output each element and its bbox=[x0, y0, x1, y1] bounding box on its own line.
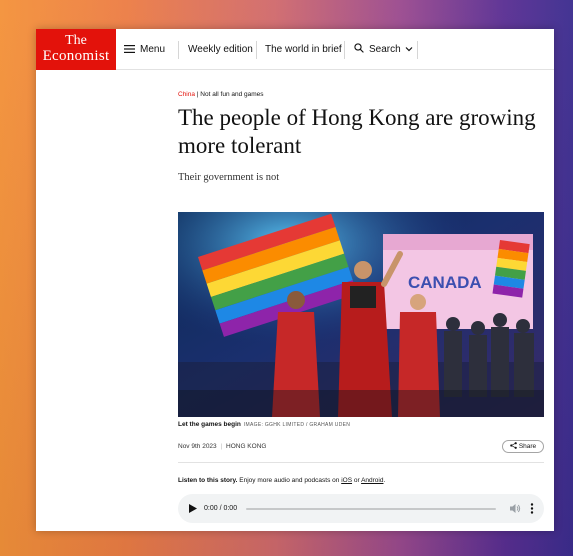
listen-period: . bbox=[383, 477, 386, 484]
section-link[interactable]: China bbox=[178, 91, 195, 98]
weekly-edition-label: Weekly edition bbox=[188, 44, 253, 55]
dateline-separator: | bbox=[220, 443, 223, 450]
chevron-down-icon bbox=[405, 47, 413, 52]
listen-or: or bbox=[352, 477, 362, 484]
top-nav: The Economist Menu Weekly edition The wo… bbox=[36, 29, 554, 70]
audio-player: 0:00 / 0:00 bbox=[178, 494, 544, 523]
article-subhead: Their government is not bbox=[178, 172, 280, 183]
publish-date: Nov 9th 2023 bbox=[178, 443, 217, 450]
listen-lead: Listen to this story. bbox=[178, 477, 238, 484]
search-button[interactable]: Search bbox=[354, 29, 413, 70]
ios-link[interactable]: iOS bbox=[341, 477, 352, 484]
hamburger-icon bbox=[124, 45, 135, 53]
menu-label: Menu bbox=[140, 44, 166, 55]
play-icon[interactable] bbox=[189, 504, 197, 513]
listen-text: Enjoy more audio and podcasts on bbox=[237, 477, 342, 484]
hero-image: CANADA bbox=[178, 212, 544, 417]
logo-line-2: Economist bbox=[42, 48, 110, 64]
image-caption: Let the games begin IMAGE: GGHK LIMITED /… bbox=[178, 421, 350, 428]
dateline: Nov 9th 2023 | HONG KONG bbox=[178, 443, 266, 450]
dateline-location: HONG KONG bbox=[226, 443, 267, 450]
browser-page: The Economist Menu Weekly edition The wo… bbox=[36, 29, 554, 531]
divider bbox=[178, 462, 544, 463]
world-in-brief-label: The world in brief bbox=[265, 44, 342, 55]
search-label: Search bbox=[369, 44, 401, 55]
audio-time: 0:00 / 0:00 bbox=[204, 505, 238, 512]
logo-line-1: The bbox=[65, 33, 87, 48]
android-link[interactable]: Android bbox=[361, 477, 383, 484]
article-headline: The people of Hong Kong are growing more… bbox=[178, 105, 536, 158]
volume-icon[interactable] bbox=[510, 503, 521, 514]
economist-logo[interactable]: The Economist bbox=[36, 29, 116, 70]
more-options-icon[interactable] bbox=[530, 503, 534, 514]
nav-divider bbox=[256, 41, 257, 59]
image-credit: IMAGE: GGHK LIMITED / GRAHAM UDEN bbox=[243, 422, 351, 428]
nav-divider bbox=[344, 41, 345, 59]
share-label: Share bbox=[518, 443, 537, 450]
menu-button[interactable]: Menu bbox=[124, 29, 165, 70]
article-kicker: China | Not all fun and games bbox=[178, 91, 264, 98]
nav-divider bbox=[417, 41, 418, 59]
share-button[interactable]: Share bbox=[502, 440, 544, 453]
audio-progress-track[interactable] bbox=[246, 507, 496, 510]
listen-prompt: Listen to this story. Enjoy more audio a… bbox=[178, 477, 385, 484]
nav-divider bbox=[178, 41, 179, 59]
nav-world-in-brief[interactable]: The world in brief bbox=[265, 29, 342, 70]
canada-sign-text: CANADA bbox=[408, 273, 482, 292]
kicker-text: Not all fun and games bbox=[200, 91, 264, 98]
caption-text: Let the games begin bbox=[178, 421, 241, 428]
search-icon bbox=[354, 43, 364, 53]
hero-photo: CANADA bbox=[178, 212, 544, 417]
share-icon bbox=[510, 442, 517, 449]
nav-weekly-edition[interactable]: Weekly edition bbox=[188, 29, 253, 70]
